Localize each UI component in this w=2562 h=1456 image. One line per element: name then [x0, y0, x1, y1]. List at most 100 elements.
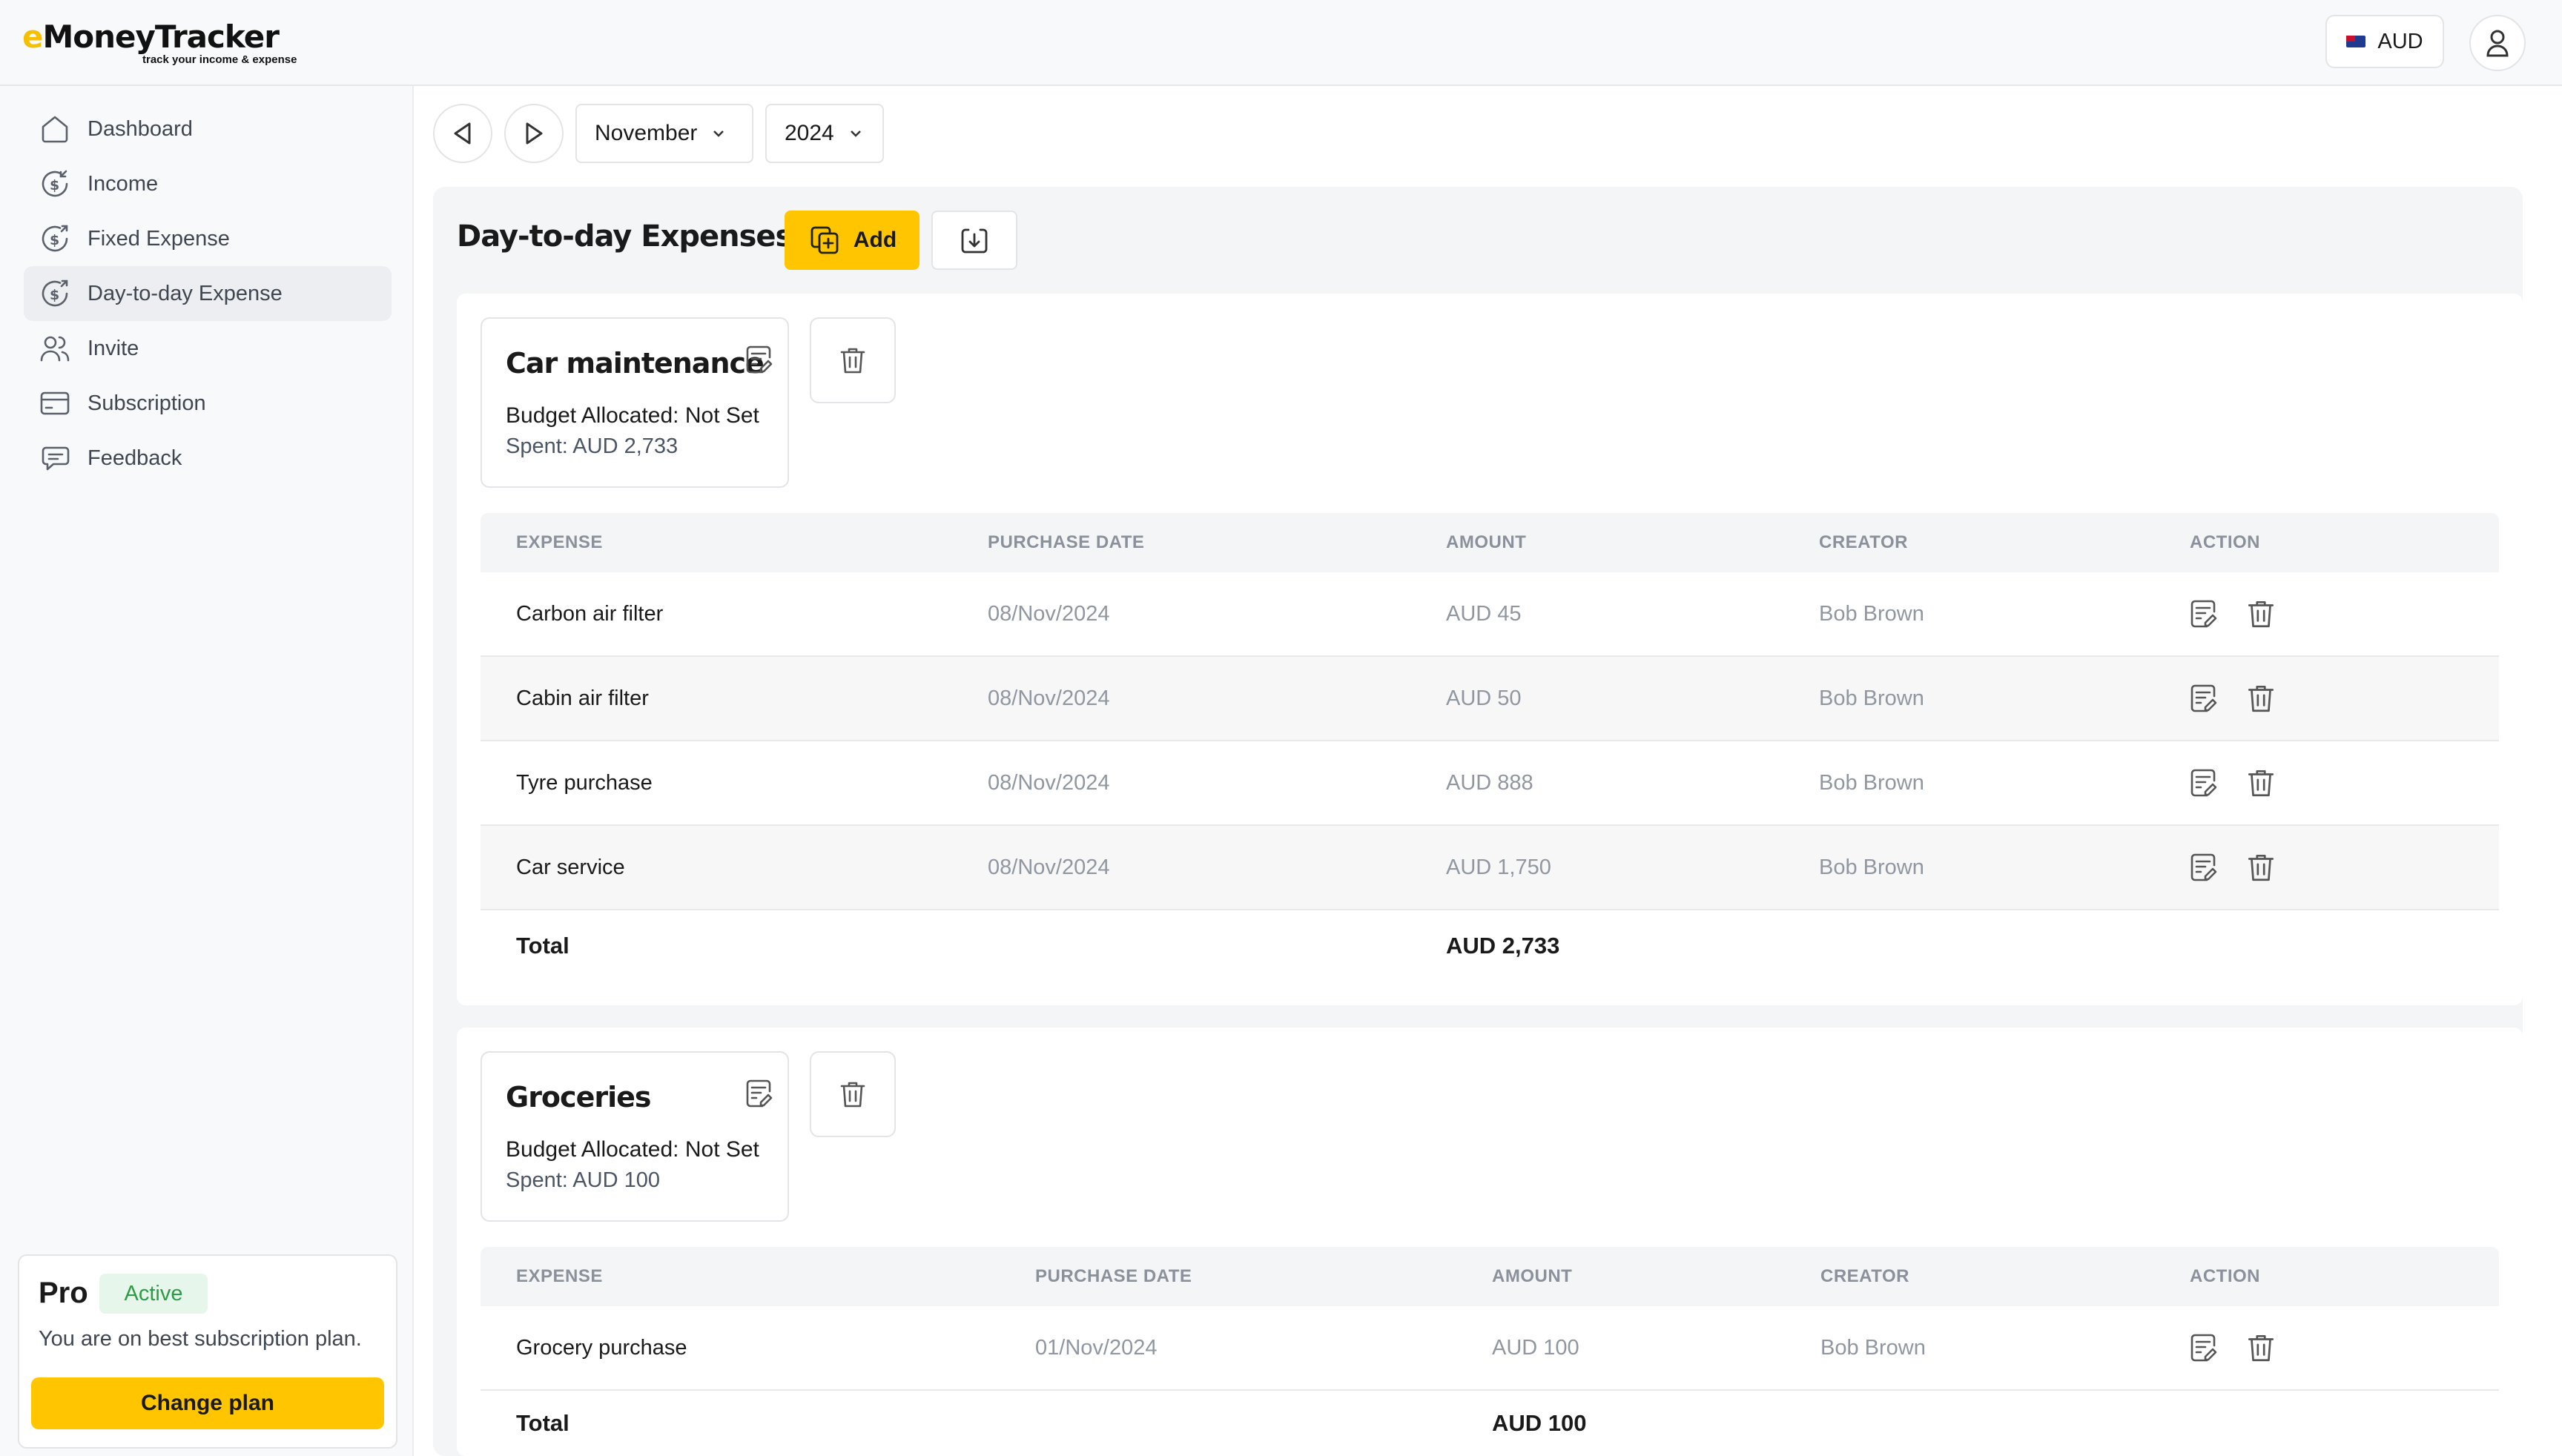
- sidebar-item-feedback[interactable]: Feedback: [24, 431, 392, 486]
- column-header-amount: AMOUNT: [1446, 532, 1527, 552]
- currency-label: AUD: [2377, 29, 2423, 53]
- delete-category-button[interactable]: [810, 317, 896, 403]
- previous-icon: [454, 122, 471, 145]
- trash-icon[interactable]: [2244, 766, 2278, 800]
- status-badge: Active: [99, 1274, 208, 1314]
- add-button[interactable]: Add: [785, 211, 920, 270]
- chevron-down-icon: [850, 130, 861, 137]
- row-actions: [2186, 850, 2278, 884]
- row-actions: [2186, 681, 2278, 715]
- row-actions: [2186, 597, 2278, 631]
- download-button[interactable]: [931, 211, 1017, 270]
- expense-name: Carbon air filter: [516, 602, 664, 626]
- creator: Bob Brown: [1819, 771, 1924, 795]
- category-card: Groceries Budget Allocated: Not Set Spen…: [481, 1051, 789, 1222]
- logo-prefix: e: [22, 19, 43, 55]
- column-header-expense: EXPENSE: [516, 532, 603, 552]
- edit-icon[interactable]: [742, 343, 776, 377]
- previous-month-button[interactable]: [433, 104, 492, 163]
- trash-icon[interactable]: [2244, 681, 2278, 715]
- next-month-button[interactable]: [504, 104, 564, 163]
- category-name: Groceries: [506, 1081, 651, 1113]
- add-copy-icon: [810, 226, 839, 254]
- creator: Bob Brown: [1819, 602, 1924, 626]
- logo-text: MoneyTracker: [42, 19, 280, 55]
- chat-icon: [42, 446, 70, 471]
- category-card: Car maintenance Budget Allocated: Not Se…: [481, 317, 789, 488]
- edit-icon[interactable]: [2186, 597, 2220, 631]
- trash-icon: [840, 1082, 865, 1108]
- row-actions: [2186, 766, 2278, 800]
- user-icon: [2486, 30, 2509, 57]
- user-menu-button[interactable]: [2469, 15, 2526, 71]
- svg-text:$: $: [50, 232, 59, 248]
- sidebar-item-dashboard[interactable]: Dashboard: [24, 102, 392, 156]
- expense-name: Grocery purchase: [516, 1336, 687, 1360]
- app-logo[interactable]: eMoneyTracker track your income & expens…: [22, 19, 297, 67]
- column-header-creator: CREATOR: [1820, 1266, 1909, 1286]
- creator: Bob Brown: [1819, 856, 1924, 879]
- sidebar-item-day-to-day-expense[interactable]: $ Day-to-day Expense: [24, 266, 392, 321]
- add-label: Add: [853, 228, 897, 252]
- users-icon: [40, 336, 70, 362]
- plan-description: You are on best subscription plan.: [39, 1327, 362, 1351]
- card-icon: [40, 391, 70, 415]
- expense-name: Cabin air filter: [516, 686, 649, 710]
- change-plan-button[interactable]: Change plan: [31, 1377, 384, 1429]
- sidebar-item-label: Subscription: [88, 391, 206, 415]
- trash-icon[interactable]: [2244, 1331, 2278, 1365]
- sidebar-item-label: Day-to-day Expense: [88, 281, 283, 305]
- amount: AUD 100: [1492, 1336, 1579, 1360]
- sidebar-item-label: Dashboard: [88, 116, 193, 141]
- trash-icon[interactable]: [2244, 597, 2278, 631]
- sidebar-item-label: Fixed Expense: [88, 226, 230, 251]
- delete-category-button[interactable]: [810, 1051, 896, 1137]
- amount: AUD 1,750: [1446, 856, 1551, 879]
- chevron-down-icon: [713, 130, 724, 137]
- column-header-action: ACTION: [2190, 532, 2260, 552]
- month-select[interactable]: November: [575, 104, 753, 163]
- sidebar-item-label: Feedback: [88, 446, 182, 470]
- income-icon: $: [42, 170, 68, 197]
- edit-icon[interactable]: [2186, 766, 2220, 800]
- sidebar-item-fixed-expense[interactable]: $ Fixed Expense: [24, 211, 392, 266]
- column-header-expense: EXPENSE: [516, 1266, 603, 1286]
- table-row: Grocery purchase 01/Nov/2024 AUD 100 Bob…: [481, 1306, 2499, 1391]
- total-label: Total: [516, 933, 569, 959]
- fixed-expense-icon: $: [42, 225, 68, 252]
- table-row: Tyre purchase 08/Nov/2024 AUD 888 Bob Br…: [481, 741, 2499, 826]
- top-bar: eMoneyTracker track your income & expens…: [0, 0, 2562, 86]
- trash-icon[interactable]: [2244, 850, 2278, 884]
- sidebar: Dashboard $ Income $ Fixed Expense $ Day…: [0, 86, 414, 1456]
- next-icon: [526, 122, 543, 145]
- category-name: Car maintenance: [506, 347, 765, 380]
- expense-table: EXPENSE PURCHASE DATE AMOUNT CREATOR ACT…: [481, 513, 2499, 982]
- year-select[interactable]: 2024: [765, 104, 884, 163]
- edit-icon[interactable]: [2186, 681, 2220, 715]
- table-row: Carbon air filter 08/Nov/2024 AUD 45 Bob…: [481, 572, 2499, 657]
- expense-name: Tyre purchase: [516, 771, 653, 795]
- edit-icon[interactable]: [2186, 850, 2220, 884]
- currency-button[interactable]: AUD: [2325, 15, 2444, 68]
- purchase-date: 08/Nov/2024: [988, 686, 1110, 710]
- sidebar-item-subscription[interactable]: Subscription: [24, 376, 392, 431]
- purchase-date: 08/Nov/2024: [988, 602, 1110, 626]
- sidebar-item-income[interactable]: $ Income: [24, 156, 392, 211]
- svg-text:$: $: [50, 177, 59, 193]
- table-row: Car service 08/Nov/2024 AUD 1,750 Bob Br…: [481, 826, 2499, 910]
- day-expense-icon: $: [42, 279, 68, 307]
- edit-icon[interactable]: [2186, 1331, 2220, 1365]
- download-icon: [961, 228, 988, 254]
- category-section: Groceries Budget Allocated: Not Set Spen…: [457, 1028, 2523, 1456]
- sidebar-item-label: Income: [88, 171, 159, 196]
- purchase-date: 01/Nov/2024: [1035, 1336, 1158, 1360]
- table-header: EXPENSE PURCHASE DATE AMOUNT CREATOR ACT…: [481, 1247, 2499, 1306]
- australia-flag-icon: [2346, 36, 2366, 47]
- amount: AUD 45: [1446, 602, 1522, 626]
- creator: Bob Brown: [1819, 686, 1924, 710]
- edit-icon[interactable]: [742, 1076, 776, 1111]
- row-actions: [2186, 1331, 2278, 1365]
- column-header-purchase-date: PURCHASE DATE: [988, 532, 1145, 552]
- sidebar-item-invite[interactable]: Invite: [24, 321, 392, 376]
- plan-title: Pro: [39, 1277, 88, 1309]
